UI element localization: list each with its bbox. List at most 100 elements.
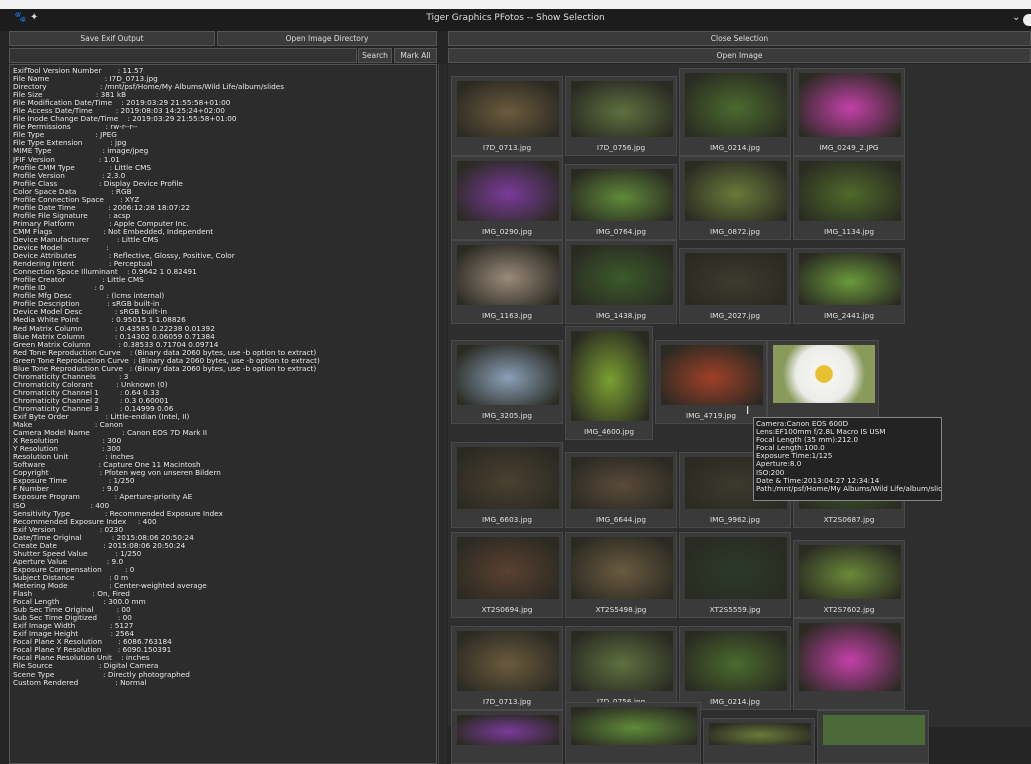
- thumbnail[interactable]: [565, 702, 701, 764]
- thumbnail-label: IMG_3205.jpg: [482, 411, 532, 420]
- thumbnail[interactable]: IMG_4719.jpg: [655, 340, 767, 424]
- thumbnail-image: [457, 447, 559, 509]
- thumbnail[interactable]: IMG_0214.jpg: [679, 626, 791, 710]
- thumbnail-image: [571, 245, 673, 305]
- thumbnail[interactable]: IMG_1438.jpg: [565, 240, 677, 324]
- thumbnail-image: [773, 345, 875, 403]
- thumbnail-label: XT2S5498.jpg: [595, 605, 647, 614]
- thumbnail[interactable]: XT2S0694.jpg: [451, 532, 563, 618]
- thumbnail-label: XT2S0694.jpg: [481, 605, 533, 614]
- open-directory-button[interactable]: Open Image Directory: [217, 31, 437, 46]
- thumbnail-image: [685, 537, 787, 599]
- thumbnail-label: IMG_0872.jpg: [710, 227, 760, 236]
- thumbnail[interactable]: IMG_0764.jpg: [565, 164, 677, 240]
- thumbnail[interactable]: XT2S7602.jpg: [793, 540, 905, 618]
- thumbnail-label: XT2S7602.jpg: [823, 605, 875, 614]
- thumbnail-image: [685, 73, 787, 137]
- thumbnail-image: [685, 631, 787, 691]
- thumbnail-image: [685, 253, 787, 305]
- thumbnail-label: IMG_0764.jpg: [596, 227, 646, 236]
- window-title: Tiger Graphics PFotos -- Show Selection: [426, 13, 605, 23]
- thumbnail-label: IMG_0249_2.JPG: [819, 143, 879, 152]
- thumbnail-image: [799, 73, 901, 137]
- thumbnail-label: IMG_1134.jpg: [824, 227, 874, 236]
- thumbnail[interactable]: IMG_1134.jpg: [793, 156, 905, 240]
- thumbnail-image: [457, 81, 559, 137]
- exif-scrollbar[interactable]: [438, 64, 447, 764]
- thumbnail-label: I7D_0713.jpg: [482, 143, 532, 152]
- thumbnail-image: [799, 161, 901, 221]
- thumbnail-image: [457, 537, 559, 599]
- thumbnail[interactable]: IMG_0290.jpg: [451, 156, 563, 240]
- thumbnail-image: [571, 81, 673, 137]
- thumbnail-label: XT2S5559.jpg: [709, 605, 761, 614]
- app-window: 🐾 ✦ Tiger Graphics PFotos -- Show Select…: [0, 0, 1031, 764]
- thumbnail-image: [457, 345, 559, 405]
- thumbnail[interactable]: [451, 710, 563, 764]
- close-icon[interactable]: [1023, 14, 1031, 26]
- thumbnail-image: [571, 537, 673, 599]
- thumbnail[interactable]: [703, 718, 815, 764]
- thumbnail[interactable]: IMG_4600.jpg: [565, 326, 653, 440]
- thumbnail-label: IMG_6603.jpg: [482, 515, 532, 524]
- thumbnail-image: [457, 245, 559, 305]
- thumbnail[interactable]: I7D_0713.jpg: [451, 76, 563, 156]
- thumbnail[interactable]: IMG_0249_2.JPG: [793, 68, 905, 156]
- text-cursor-icon: I: [746, 404, 750, 417]
- thumbnail-label: IMG_0290.jpg: [482, 227, 532, 236]
- thumbnail-label: XT2S0687.jpg: [823, 515, 875, 524]
- thumbnail-image: [571, 169, 673, 221]
- thumbnail[interactable]: IMG_0872.jpg: [679, 156, 791, 240]
- thumbnail-image: [571, 331, 649, 421]
- thumbnail-label: IMG_4600.jpg: [584, 427, 634, 436]
- thumbnail[interactable]: [793, 618, 905, 710]
- thumbnail-image: [457, 161, 559, 221]
- exif-output-panel[interactable]: ExifTool Version Number : 11.57 File Name…: [9, 64, 437, 764]
- search-button[interactable]: Search: [358, 48, 392, 63]
- thumbnail-image: [799, 545, 901, 599]
- thumbnail[interactable]: I7D_0756.jpg: [565, 626, 677, 710]
- thumbnail-label: IMG_4719.jpg: [686, 411, 736, 420]
- thumbnail[interactable]: IMG_6603.jpg: [451, 442, 563, 528]
- mark-all-button[interactable]: Mark All: [394, 48, 437, 63]
- thumbnail-label: IMG_0214.jpg: [710, 143, 760, 152]
- thumbnail-image: [661, 345, 763, 405]
- thumbnail-label: IMG_6644.jpg: [596, 515, 646, 524]
- thumbnail-image: [571, 631, 673, 691]
- save-exif-button[interactable]: Save Exif Output: [9, 31, 215, 46]
- thumbnail-image: [799, 253, 901, 305]
- chevron-down-icon[interactable]: ⌄: [1012, 12, 1020, 23]
- thumbnail[interactable]: IMG_0214.jpg: [679, 68, 791, 156]
- thumbnail[interactable]: I7D_0713.jpg: [451, 626, 563, 710]
- thumbnail[interactable]: [817, 710, 929, 764]
- exif-line: Custom Rendered : Normal: [13, 677, 147, 687]
- thumbnail-image: [457, 715, 559, 745]
- thumbnail[interactable]: XT2S5559.jpg: [679, 532, 791, 618]
- thumbnail-label: IMG_1163.jpg: [482, 311, 532, 320]
- thumbnail[interactable]: IMG_2441.jpg: [793, 248, 905, 324]
- thumbnail[interactable]: [767, 340, 879, 418]
- thumbnail-label: I7D_0756.jpg: [596, 143, 646, 152]
- thumbnail-image: [709, 723, 811, 745]
- thumbnail-label: IMG_9962.jpg: [710, 515, 760, 524]
- exif-text: ExifTool Version Number : 11.57 File Name…: [13, 67, 433, 763]
- thumbnail[interactable]: I7D_0756.jpg: [565, 76, 677, 156]
- thumbnail[interactable]: XT2S5498.jpg: [565, 532, 677, 618]
- image-info-tooltip: Camera:Canon EOS 600D Lens:EF100mm f/2.8L…: [753, 417, 942, 501]
- thumbnail-label: IMG_1438.jpg: [596, 311, 646, 320]
- tooltip-line: Path:/mnt/psf/Home/My Albums/Wild Life/a…: [756, 483, 942, 493]
- thumbnail[interactable]: IMG_3205.jpg: [451, 340, 563, 424]
- thumbnail-label: I7D_0713.jpg: [482, 697, 532, 706]
- close-selection-button[interactable]: Close Selection: [448, 31, 1031, 46]
- open-image-button[interactable]: Open Image: [448, 48, 1031, 63]
- thumbnail[interactable]: IMG_6644.jpg: [565, 452, 677, 528]
- search-input[interactable]: [9, 48, 357, 63]
- thumbnail-label: IMG_2441.jpg: [824, 311, 874, 320]
- thumbnail-image: [457, 631, 559, 691]
- thumbnail-image: [571, 707, 697, 745]
- title-bar: 🐾 ✦ Tiger Graphics PFotos -- Show Select…: [0, 9, 1031, 31]
- thumbnail[interactable]: IMG_1163.jpg: [451, 240, 563, 324]
- thumbnail-label: IMG_2027.jpg: [710, 311, 760, 320]
- thumbnail[interactable]: IMG_2027.jpg: [679, 248, 791, 324]
- desktop-strip: [0, 0, 1031, 9]
